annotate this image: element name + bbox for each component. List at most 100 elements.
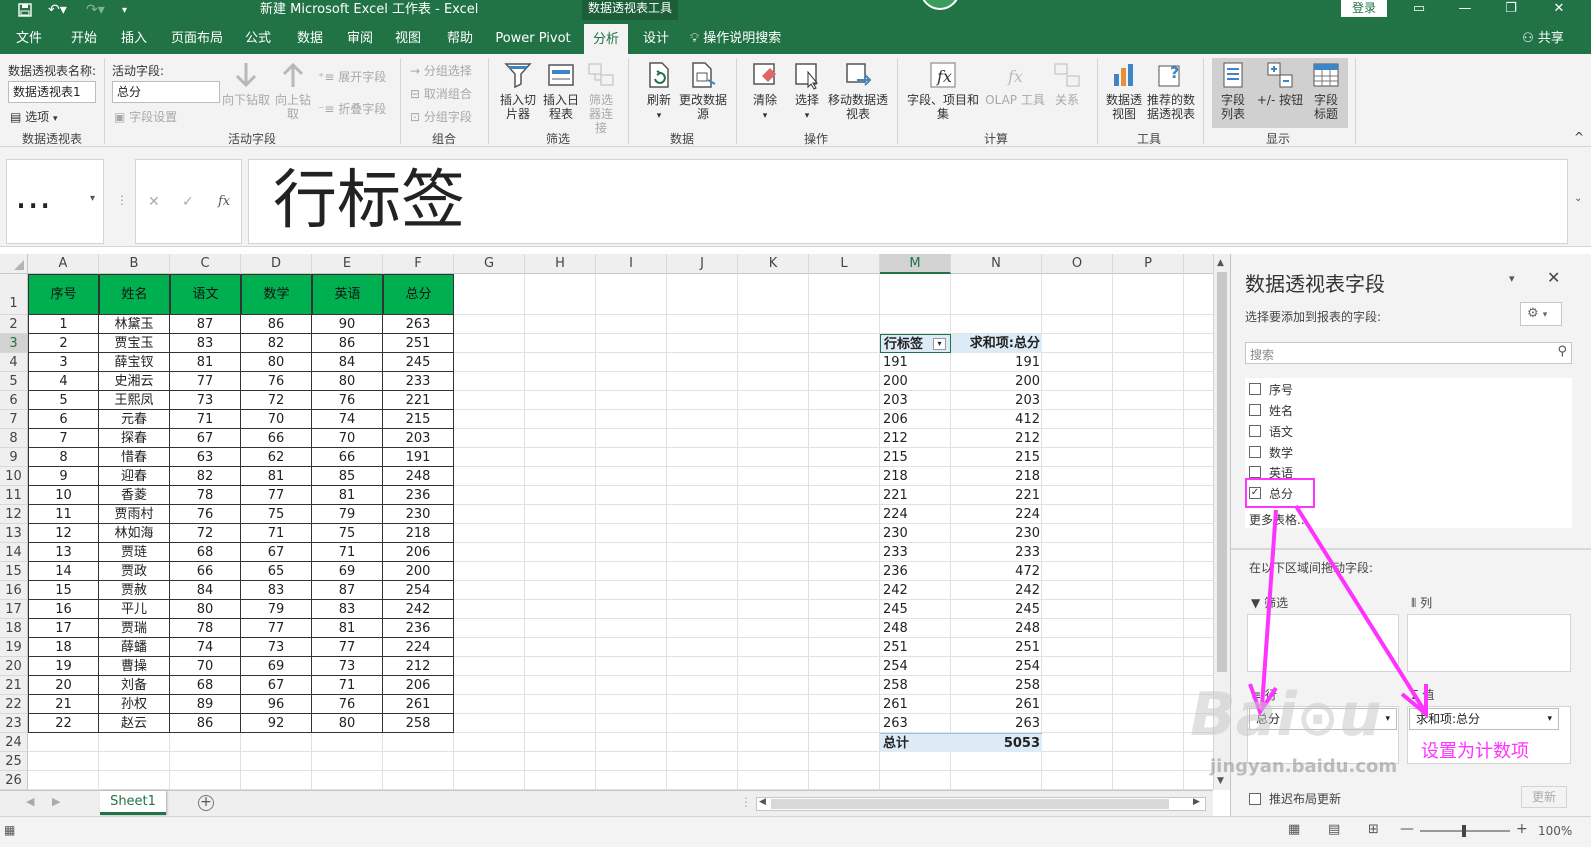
row-header[interactable]: 14 [0,543,28,562]
restore-icon[interactable]: ❐ [1496,0,1526,20]
table-cell[interactable]: 3 [28,353,99,372]
tab-analyze[interactable]: 分析 [584,24,628,54]
pivot-row-label[interactable]: 203 [880,391,951,410]
table-cell[interactable]: 70 [312,429,383,448]
tab-power-pivot[interactable]: Power Pivot [492,20,574,54]
table-cell[interactable]: 12 [28,524,99,543]
table-header-cell[interactable]: 英语 [312,274,383,315]
drill-up-button[interactable]: 向上钻取 [272,60,314,121]
pivot-row-label[interactable]: 236 [880,562,951,581]
sheet-bar-splitter[interactable]: ⋮ [740,795,752,809]
table-cell[interactable]: 263 [383,315,454,334]
table-cell[interactable]: 贾政 [99,562,170,581]
tab-data[interactable]: 数据 [288,20,332,54]
table-cell[interactable]: 251 [383,334,454,353]
next-sheet-icon[interactable]: ▶ [52,795,60,808]
table-cell[interactable]: 92 [241,714,312,733]
table-cell[interactable]: 66 [170,562,241,581]
table-cell[interactable]: 77 [170,372,241,391]
pivot-chart-button[interactable]: 数据透视图 [1104,60,1144,121]
fields-items-button[interactable]: fx 字段、项目和集 [904,60,982,121]
table-cell[interactable]: 74 [312,410,383,429]
pivot-row-label[interactable]: 263 [880,714,951,733]
row-header[interactable]: 7 [0,410,28,429]
zoom-thumb[interactable] [1462,825,1466,837]
table-cell[interactable]: 69 [241,657,312,676]
pivot-row-label[interactable]: 221 [880,486,951,505]
table-cell[interactable]: 65 [241,562,312,581]
column-header-e[interactable]: E [312,254,383,274]
clear-button[interactable]: 清除 ▾ [746,60,784,123]
pivot-row-label[interactable]: 212 [880,429,951,448]
pivot-row-value[interactable]: 258 [951,676,1042,695]
row-header[interactable]: 24 [0,733,28,752]
pivot-row-value[interactable]: 233 [951,543,1042,562]
table-cell[interactable]: 84 [312,353,383,372]
pivot-row-label[interactable]: 230 [880,524,951,543]
table-cell[interactable]: 19 [28,657,99,676]
column-drop-area[interactable] [1407,614,1571,672]
pivot-row-value[interactable]: 191 [951,353,1042,372]
table-header-cell[interactable]: 序号 [28,274,99,315]
column-header-m[interactable]: M [880,254,951,274]
table-cell[interactable]: 5 [28,391,99,410]
recommended-pivot-button[interactable]: ? 推荐的数据透视表 [1144,60,1198,121]
row-header[interactable]: 18 [0,619,28,638]
olap-tools-button[interactable]: fx OLAP 工具 [984,60,1046,107]
tab-file[interactable]: 文件 [8,20,50,54]
table-cell[interactable]: 79 [312,505,383,524]
tab-formulas[interactable]: 公式 [236,20,280,54]
group-field-button[interactable]: ⊡ 分组字段 [410,108,472,125]
table-cell[interactable]: 261 [383,695,454,714]
table-cell[interactable]: 96 [241,695,312,714]
scroll-thumb[interactable] [1217,272,1227,672]
table-cell[interactable]: 76 [312,695,383,714]
table-cell[interactable]: 71 [170,410,241,429]
table-cell[interactable]: 245 [383,353,454,372]
move-pivot-button[interactable]: 移动数据透视表 [826,60,890,121]
select-all-corner[interactable] [0,254,28,274]
pivot-row-label-header[interactable]: 行标签 ▾ [880,334,951,353]
table-cell[interactable]: 221 [383,391,454,410]
prev-sheet-icon[interactable]: ◀ [26,795,34,808]
pivot-row-value[interactable]: 254 [951,657,1042,676]
table-cell[interactable]: 6 [28,410,99,429]
table-cell[interactable]: 7 [28,429,99,448]
field-list-button[interactable]: 字段列表 [1214,60,1252,121]
table-cell[interactable]: 206 [383,543,454,562]
filter-drop-area[interactable] [1247,614,1399,672]
table-header-cell[interactable]: 姓名 [99,274,170,315]
pivot-row-value[interactable]: 218 [951,467,1042,486]
pivot-row-value[interactable]: 212 [951,429,1042,448]
relationships-button[interactable]: 关系 [1048,60,1086,107]
checkbox[interactable] [1249,383,1261,395]
table-cell[interactable]: 贾琏 [99,543,170,562]
table-cell[interactable]: 78 [170,486,241,505]
table-cell[interactable]: 77 [312,638,383,657]
table-cell[interactable]: 191 [383,448,454,467]
checkbox[interactable] [1249,792,1261,805]
table-cell[interactable]: 68 [170,676,241,695]
field-item-xuhao[interactable]: 序号 [1249,380,1293,398]
table-cell[interactable]: 224 [383,638,454,657]
field-search-box[interactable]: 搜索 ⚲ [1245,342,1572,364]
table-cell[interactable]: 242 [383,600,454,619]
cancel-icon[interactable]: ✕ [148,194,160,210]
refresh-button[interactable]: 刷新 ▾ [640,60,678,123]
pivot-row-value[interactable]: 242 [951,581,1042,600]
table-cell[interactable]: 218 [383,524,454,543]
table-cell[interactable]: 17 [28,619,99,638]
table-cell[interactable]: 70 [241,410,312,429]
minimize-icon[interactable]: — [1450,0,1480,20]
table-cell[interactable]: 20 [28,676,99,695]
pivot-row-value[interactable]: 245 [951,600,1042,619]
table-cell[interactable]: 贾雨村 [99,505,170,524]
scroll-up-icon[interactable]: ▲ [1217,258,1224,268]
table-cell[interactable]: 81 [170,353,241,372]
page-break-view-icon[interactable]: ⊞ [1368,822,1379,837]
table-cell[interactable]: 孙权 [99,695,170,714]
row-header[interactable]: 10 [0,467,28,486]
table-cell[interactable]: 70 [170,657,241,676]
table-cell[interactable]: 66 [312,448,383,467]
column-header-l[interactable]: L [809,254,880,274]
